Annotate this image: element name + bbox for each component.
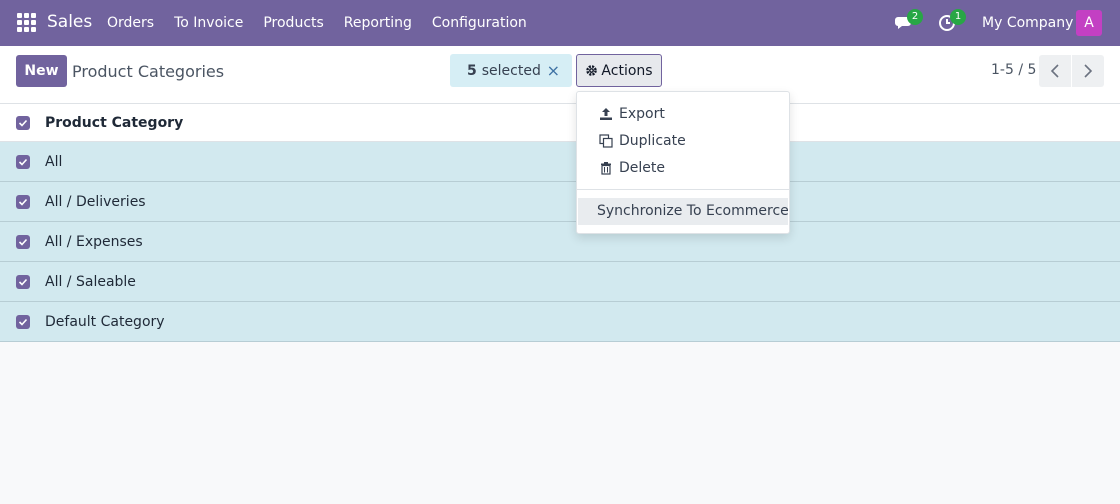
chevron-right-icon (1084, 64, 1093, 78)
page-title: Product Categories (72, 62, 225, 81)
duplicate-label: Duplicate (619, 132, 686, 149)
company-switcher[interactable]: My Company (982, 15, 1073, 31)
selected-count: 5 (467, 62, 477, 79)
selected-label: selected (481, 62, 541, 79)
delete-label: Delete (619, 159, 665, 176)
new-button[interactable]: New (16, 55, 67, 87)
messages-badge: 2 (907, 9, 923, 25)
menu-item-delete[interactable]: Delete (577, 154, 789, 181)
export-label: Export (619, 105, 665, 122)
checkmark-icon (18, 119, 28, 127)
menu-item-products[interactable]: Products (263, 15, 323, 31)
checkmark-icon (18, 318, 28, 326)
table-row[interactable]: All / Expenses (0, 222, 1120, 262)
list-view: Product Category All All / Deliveries Al… (0, 104, 1120, 342)
synchronize-label: Synchronize To Ecommerce (597, 203, 789, 219)
selection-indicator: 5 selected × (450, 54, 572, 87)
menu-item-to-invoice[interactable]: To Invoice (174, 15, 243, 31)
column-header-product-category[interactable]: Product Category (45, 115, 183, 131)
gear-icon (586, 65, 598, 76)
app-name[interactable]: Sales (47, 12, 92, 32)
menu-item-synchronize-to-ecommerce[interactable]: Synchronize To Ecommerce (578, 198, 789, 225)
chat-icon[interactable]: 2 (895, 9, 923, 33)
table-row[interactable]: All / Saleable (0, 262, 1120, 302)
avatar[interactable]: A (1076, 10, 1102, 36)
category-name: All / Expenses (45, 233, 143, 250)
trash-icon (601, 161, 611, 175)
menu-item-export[interactable]: Export (577, 100, 789, 127)
actions-label: Actions (601, 62, 653, 79)
menu-item-configuration[interactable]: Configuration (432, 15, 527, 31)
checkmark-icon (18, 198, 28, 206)
row-checkbox[interactable] (16, 314, 30, 329)
clear-selection-icon[interactable]: × (547, 61, 560, 80)
activities-badge: 1 (950, 9, 966, 25)
menu-item-orders[interactable]: Orders (107, 15, 154, 31)
table-row[interactable]: All / Deliveries (0, 182, 1120, 222)
menu-divider (577, 189, 789, 190)
pager-value[interactable]: 1-5 / 5 (991, 62, 1036, 78)
list-header: Product Category (0, 104, 1120, 142)
copy-icon (599, 133, 613, 148)
control-panel: New Product Categories 5 selected × Acti… (0, 46, 1120, 104)
category-name: All / Saleable (45, 273, 136, 290)
category-name: All / Deliveries (45, 193, 146, 210)
pager-next-button[interactable] (1072, 55, 1104, 87)
checkmark-icon (18, 238, 28, 246)
clock-icon[interactable]: 1 (938, 9, 966, 33)
chevron-left-icon (1050, 64, 1059, 78)
select-all-checkbox[interactable] (16, 115, 30, 130)
table-row[interactable]: All (0, 142, 1120, 182)
row-checkbox[interactable] (16, 154, 30, 169)
row-checkbox[interactable] (16, 194, 30, 209)
menu-item-duplicate[interactable]: Duplicate (577, 127, 789, 154)
category-name: Default Category (45, 313, 165, 330)
table-row[interactable]: Default Category (0, 302, 1120, 342)
pager-previous-button[interactable] (1039, 55, 1071, 87)
row-checkbox[interactable] (16, 274, 30, 289)
upload-icon (600, 107, 612, 120)
actions-button[interactable]: Actions (576, 54, 662, 87)
apps-grid-icon[interactable] (17, 13, 36, 32)
menu-item-reporting[interactable]: Reporting (344, 15, 412, 31)
category-name: All (45, 153, 63, 170)
checkmark-icon (18, 278, 28, 286)
actions-dropdown-menu: Export Duplicate Delete Synchronize To E… (576, 91, 790, 234)
checkmark-icon (18, 158, 28, 166)
row-checkbox[interactable] (16, 234, 30, 249)
main-menu: Orders To Invoice Products Reporting Con… (107, 15, 547, 31)
top-navbar: Sales Orders To Invoice Products Reporti… (0, 0, 1120, 46)
